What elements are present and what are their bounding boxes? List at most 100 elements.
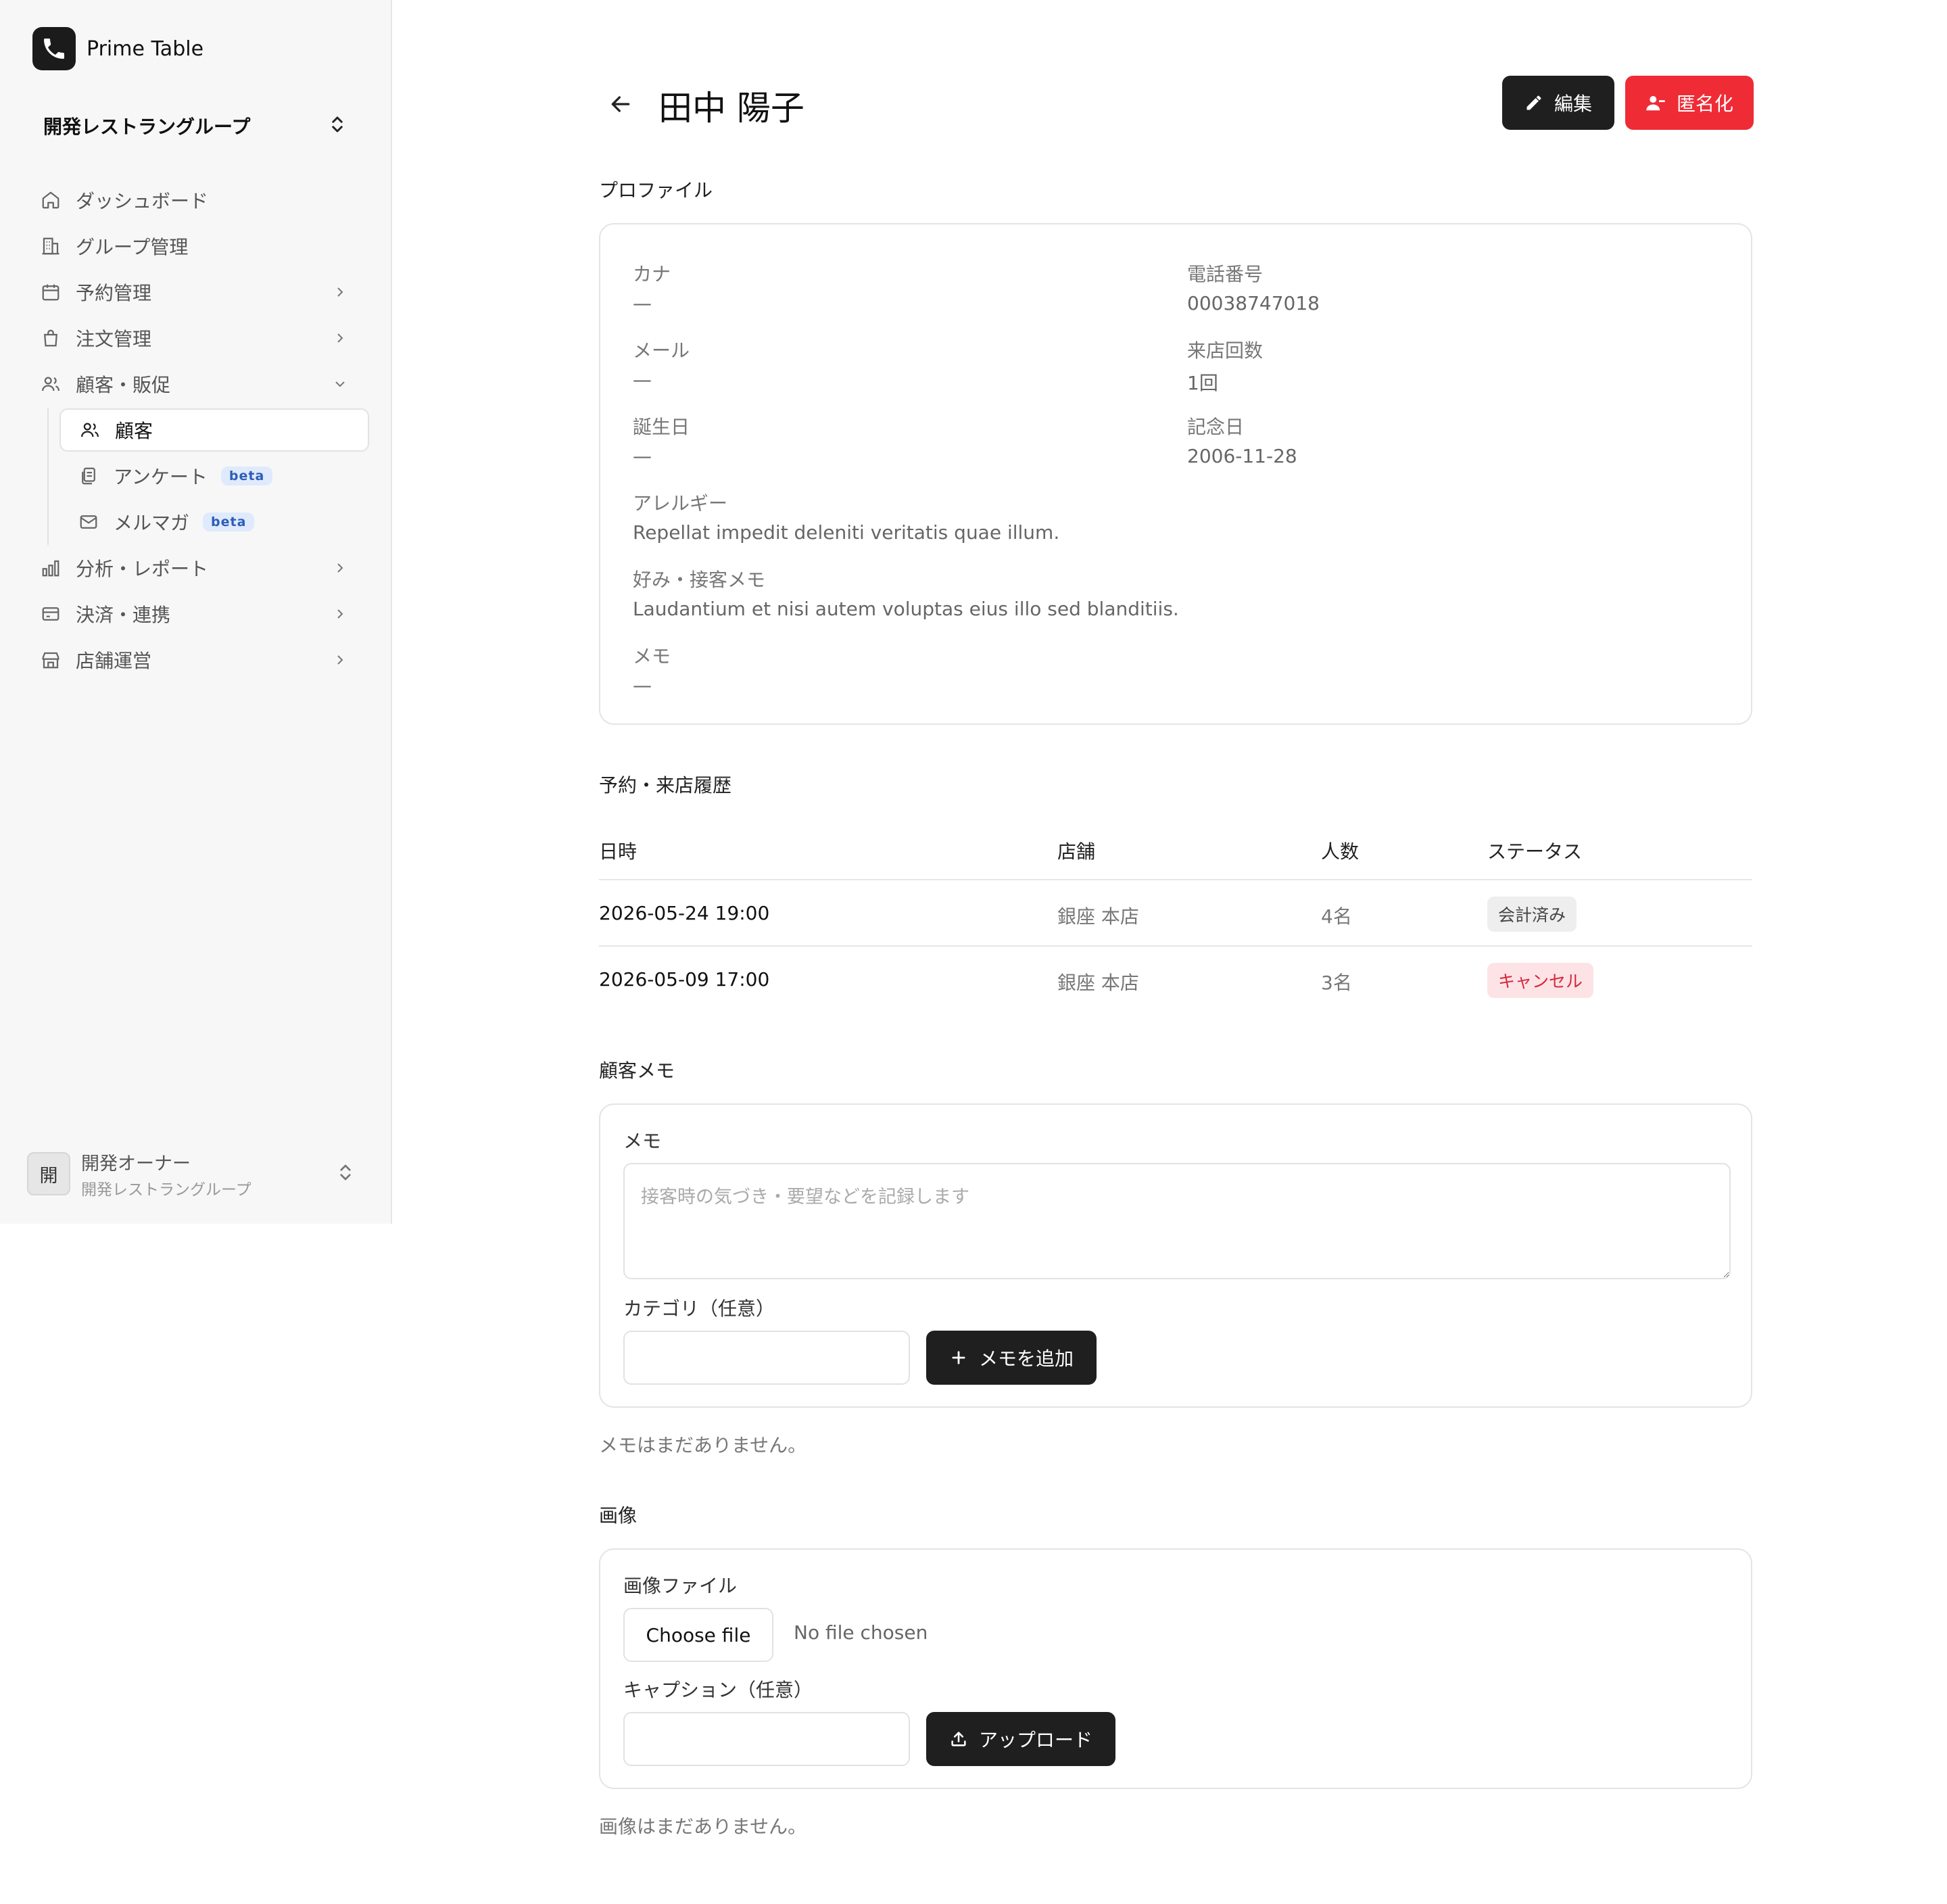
choose-file-button[interactable]: Choose file (623, 1608, 773, 1662)
sidebar-nav: ダッシュボード グループ管理 予約管理 注文管理 顧客・販促 顧客 アンケート … (27, 177, 369, 683)
page-title: 田中 陽子 (658, 89, 804, 128)
sidebar-item-customers[interactable]: 顧客 (59, 408, 369, 452)
profile-field-birthday: 誕生日 — (633, 412, 690, 467)
edit-label: 編集 (1554, 93, 1592, 115)
sidebar-item-customers-promo[interactable]: 顧客・販促 (27, 361, 369, 407)
chevron-right-icon (329, 556, 352, 579)
profile-field-memo: メモ — (633, 642, 671, 696)
sidebar-item-dashboard[interactable]: ダッシュボード (27, 177, 369, 223)
chevrons-up-down-icon (327, 114, 347, 137)
column-header-status: ステータス (1487, 840, 1583, 863)
sidebar-item-label: 顧客・販促 (76, 374, 171, 396)
sidebar-item-label: 顧客 (115, 420, 153, 442)
clipboard-icon (77, 465, 100, 487)
anonymize-button[interactable]: 匿名化 (1625, 76, 1754, 130)
cell-store: 銀座 本店 (1057, 905, 1139, 928)
sidebar-item-label: ダッシュボード (76, 190, 209, 212)
field-label: カナ (633, 263, 671, 285)
cell-party: 4名 (1321, 905, 1352, 928)
caption-input[interactable] (623, 1712, 910, 1766)
sidebar-item-label: アンケート (114, 466, 208, 488)
memo-label: メモ (623, 1130, 662, 1152)
status-badge: キャンセル (1487, 963, 1594, 998)
sidebar-item-group[interactable]: グループ管理 (27, 223, 369, 269)
add-memo-label: メモを追加 (978, 1348, 1074, 1370)
sidebar-item-reservations[interactable]: 予約管理 (27, 269, 369, 315)
profile-field-allergy: アレルギー Repellat impedit deleniti veritati… (633, 489, 1059, 544)
memo-textarea[interactable] (623, 1163, 1731, 1279)
cell-datetime: 2026-05-09 17:00 (599, 968, 770, 991)
field-label: 記念日 (1187, 416, 1245, 438)
field-value: 2006-11-28 (1187, 445, 1297, 467)
sidebar-item-surveys[interactable]: アンケート beta (59, 453, 369, 499)
field-label: メール (633, 339, 690, 362)
home-icon (39, 189, 62, 212)
pencil-icon (1524, 93, 1543, 112)
sidebar-item-orders[interactable]: 注文管理 (27, 315, 369, 361)
sidebar-item-label: メルマガ (114, 512, 190, 534)
sidebar-item-payments[interactable]: 決済・連携 (27, 591, 369, 637)
org-name: 開発レストラングループ (43, 116, 251, 138)
field-label: 好み・接客メモ (633, 569, 766, 591)
profile-field-kana: カナ — (633, 260, 671, 314)
notes-card: メモ カテゴリ（任意） メモを追加 (599, 1103, 1752, 1408)
cell-datetime: 2026-05-24 19:00 (599, 902, 770, 924)
field-value: Laudantium et nisi autem voluptas eius i… (633, 598, 1179, 620)
profile-field-visits: 来店回数 1回 (1187, 336, 1263, 396)
field-label: メモ (633, 645, 671, 667)
phone-icon (32, 27, 76, 70)
back-button[interactable] (606, 89, 635, 119)
sidebar: Prime Table 開発レストラングループ ダッシュボード グループ管理 予… (0, 0, 392, 1224)
field-value: — (633, 368, 652, 391)
sidebar-item-label: 予約管理 (76, 282, 152, 304)
upload-label: アップロード (978, 1729, 1092, 1751)
users-icon (78, 419, 101, 442)
no-file-text: No file chosen (794, 1621, 928, 1644)
anonymize-label: 匿名化 (1676, 93, 1733, 115)
field-label: 誕生日 (633, 416, 690, 438)
field-label: 電話番号 (1187, 263, 1264, 285)
user-menu[interactable]: 開 開発オーナー 開発レストラングループ (27, 1148, 369, 1199)
sidebar-item-store-ops[interactable]: 店舗運営 (27, 637, 369, 683)
field-value: 00038747018 (1187, 292, 1320, 314)
category-input[interactable] (623, 1331, 910, 1385)
beta-badge: beta (203, 513, 255, 531)
column-header-store: 店舗 (1057, 840, 1096, 863)
cell-party: 3名 (1321, 972, 1352, 994)
field-value: Repellat impedit deleniti veritatis quae… (633, 521, 1060, 544)
building-icon (39, 235, 62, 258)
chevron-right-icon (329, 281, 352, 304)
sidebar-item-analytics[interactable]: 分析・レポート (27, 545, 369, 591)
sidebar-item-label: 決済・連携 (76, 604, 171, 626)
sidebar-item-label: 注文管理 (76, 328, 152, 350)
profile-field-phone: 電話番号 00038747018 (1187, 260, 1320, 314)
org-switcher[interactable]: 開発レストラングループ (43, 110, 347, 142)
sidebar-item-label: 店舗運営 (76, 650, 152, 672)
store-icon (39, 648, 62, 671)
chevron-right-icon (329, 602, 352, 625)
mail-icon (77, 510, 100, 533)
images-empty-text: 画像はまだありません。 (599, 1815, 807, 1838)
arrow-left-icon (611, 96, 630, 112)
brand[interactable]: Prime Table (32, 27, 203, 70)
add-memo-button[interactable]: メモを追加 (926, 1331, 1097, 1385)
sidebar-item-label: グループ管理 (76, 236, 189, 258)
table-row[interactable]: 2026-05-24 19:00 銀座 本店 4名 会計済み (599, 879, 1752, 947)
sidebar-item-newsletter[interactable]: メルマガ beta (59, 499, 369, 545)
notes-empty-text: メモはまだありません。 (599, 1434, 807, 1456)
edit-button[interactable]: 編集 (1502, 76, 1614, 130)
table-row[interactable]: 2026-05-09 17:00 銀座 本店 3名 キャンセル (599, 945, 1752, 1013)
calendar-icon (39, 281, 62, 304)
upload-button[interactable]: アップロード (926, 1712, 1115, 1766)
images-section-title: 画像 (599, 1504, 638, 1527)
app-name: Prime Table (87, 37, 204, 61)
chevron-right-icon (329, 648, 352, 671)
field-label: 来店回数 (1187, 339, 1264, 362)
image-file-label: 画像ファイル (623, 1575, 738, 1597)
field-label: アレルギー (633, 492, 728, 515)
column-header-party: 人数 (1321, 840, 1360, 863)
chevron-right-icon (329, 327, 352, 350)
beta-badge: beta (220, 467, 273, 485)
user-org: 開発レストラングループ (81, 1181, 251, 1199)
credit-card-icon (39, 602, 62, 625)
